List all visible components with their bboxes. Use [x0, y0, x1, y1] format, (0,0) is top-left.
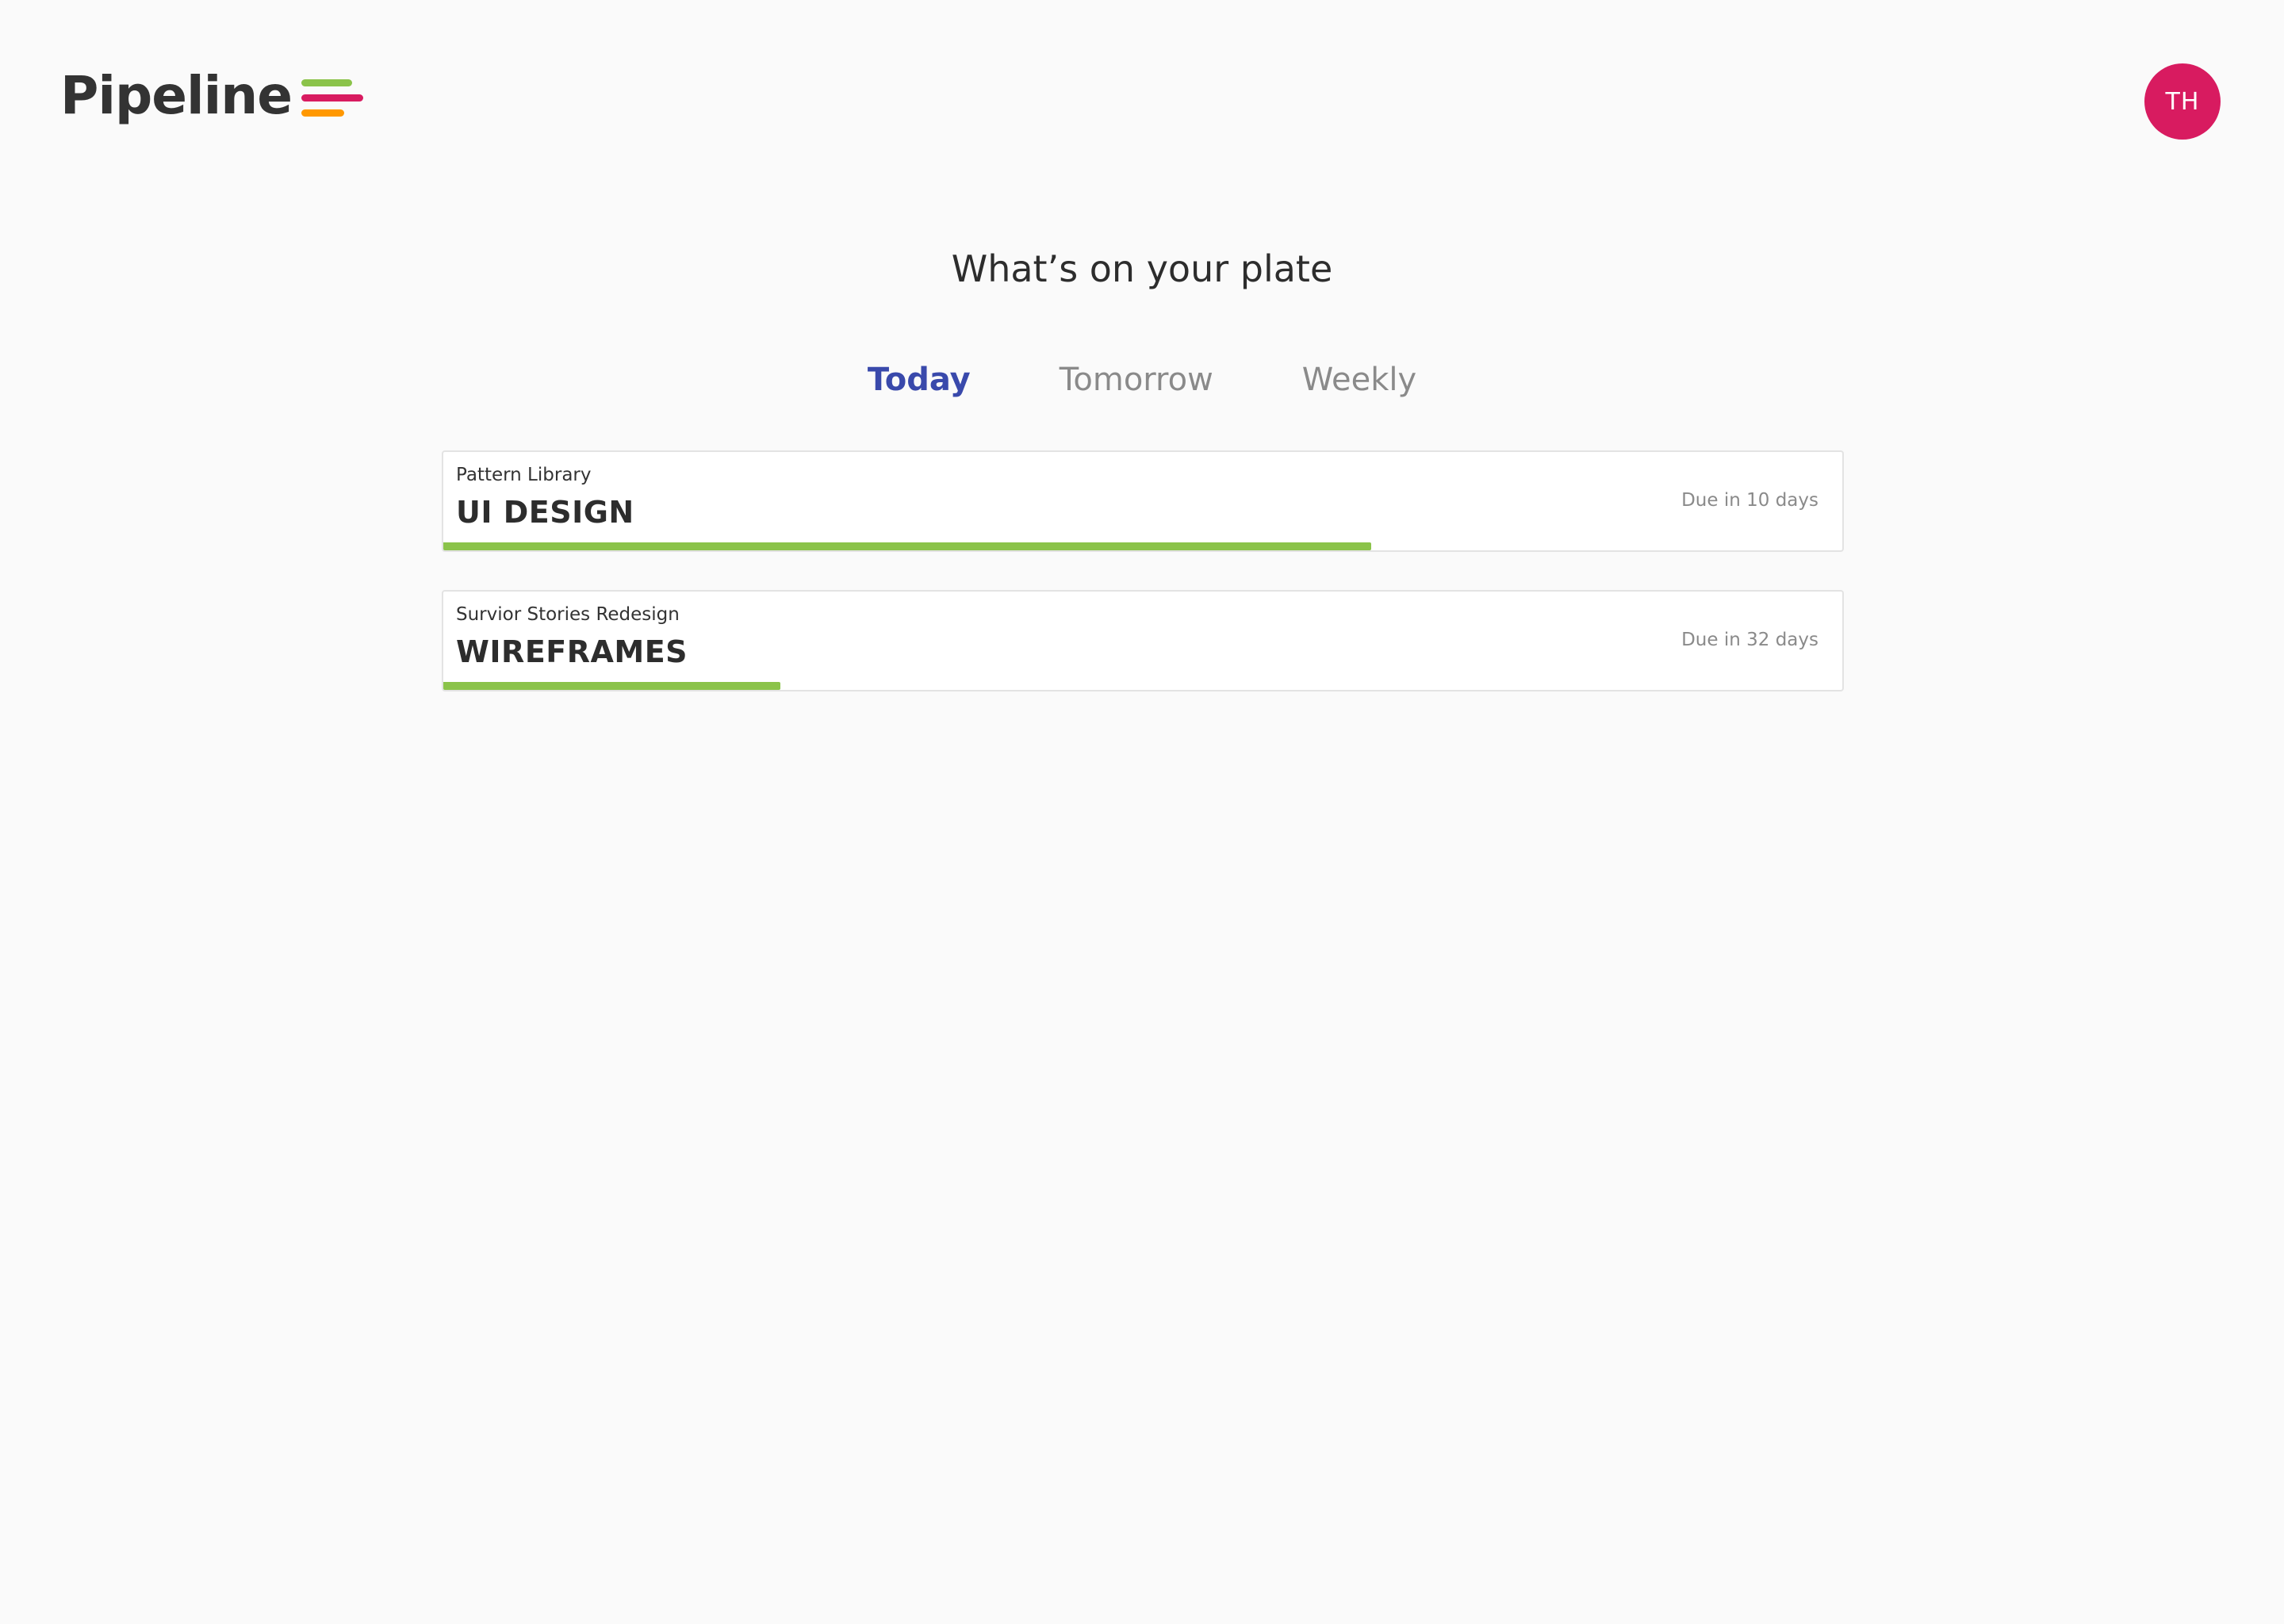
page-title: What’s on your plate — [951, 247, 1333, 290]
task-project-name: Pattern Library — [456, 465, 592, 485]
logo-text: Pipeline — [60, 65, 293, 126]
task-progress-bar — [443, 542, 1842, 550]
task-progress-bar — [443, 682, 1842, 690]
task-list: Pattern Library UI DESIGN Due in 10 days… — [442, 450, 1844, 730]
day-tabs: Today Tomorrow Weekly — [0, 362, 2284, 398]
task-card-ui-design[interactable]: Pattern Library UI DESIGN Due in 10 days — [442, 450, 1844, 552]
task-due-date: Due in 32 days — [1681, 630, 1818, 650]
task-card-wireframes[interactable]: Survior Stories Redesign WIREFRAMES Due … — [442, 590, 1844, 691]
task-progress-fill — [443, 542, 1371, 550]
tab-tomorrow[interactable]: Tomorrow — [1060, 362, 1213, 398]
logo-lines-icon — [301, 79, 365, 119]
user-avatar[interactable]: TH — [2144, 63, 2221, 140]
task-due-date: Due in 10 days — [1681, 490, 1818, 511]
tab-today[interactable]: Today — [868, 362, 971, 398]
task-title: UI DESIGN — [456, 495, 634, 530]
task-project-name: Survior Stories Redesign — [456, 604, 680, 625]
avatar-initials: TH — [2165, 87, 2200, 116]
task-progress-fill — [443, 682, 781, 690]
tab-weekly[interactable]: Weekly — [1302, 362, 1416, 398]
pipeline-logo[interactable]: Pipeline — [60, 70, 365, 122]
task-title: WIREFRAMES — [456, 634, 688, 669]
app-page: Pipeline TH What’s on your plate Today T… — [0, 0, 2284, 1624]
